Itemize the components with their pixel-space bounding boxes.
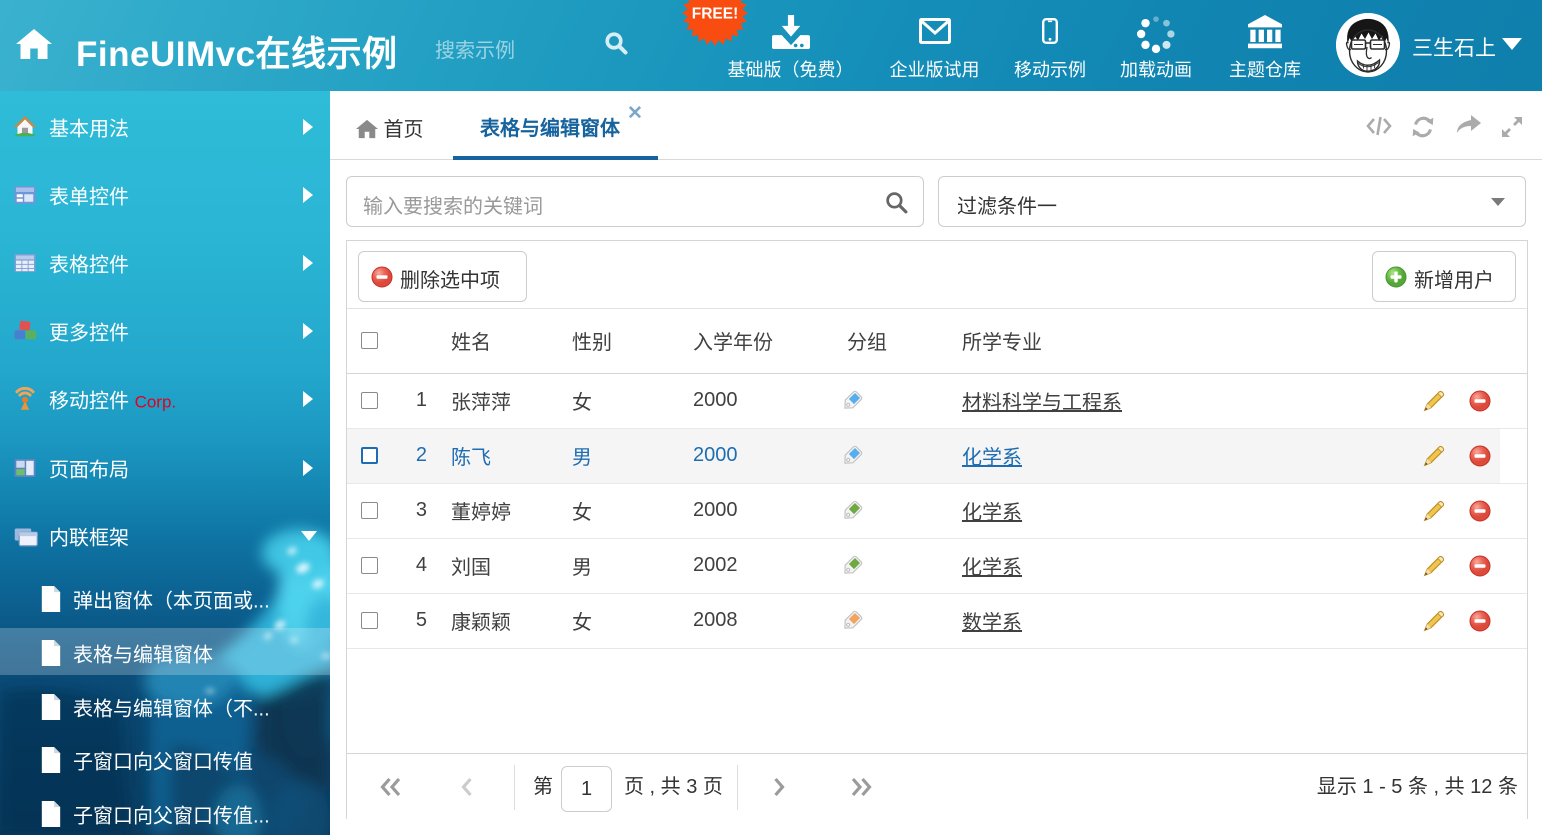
- svg-text:FREE!: FREE!: [692, 6, 739, 23]
